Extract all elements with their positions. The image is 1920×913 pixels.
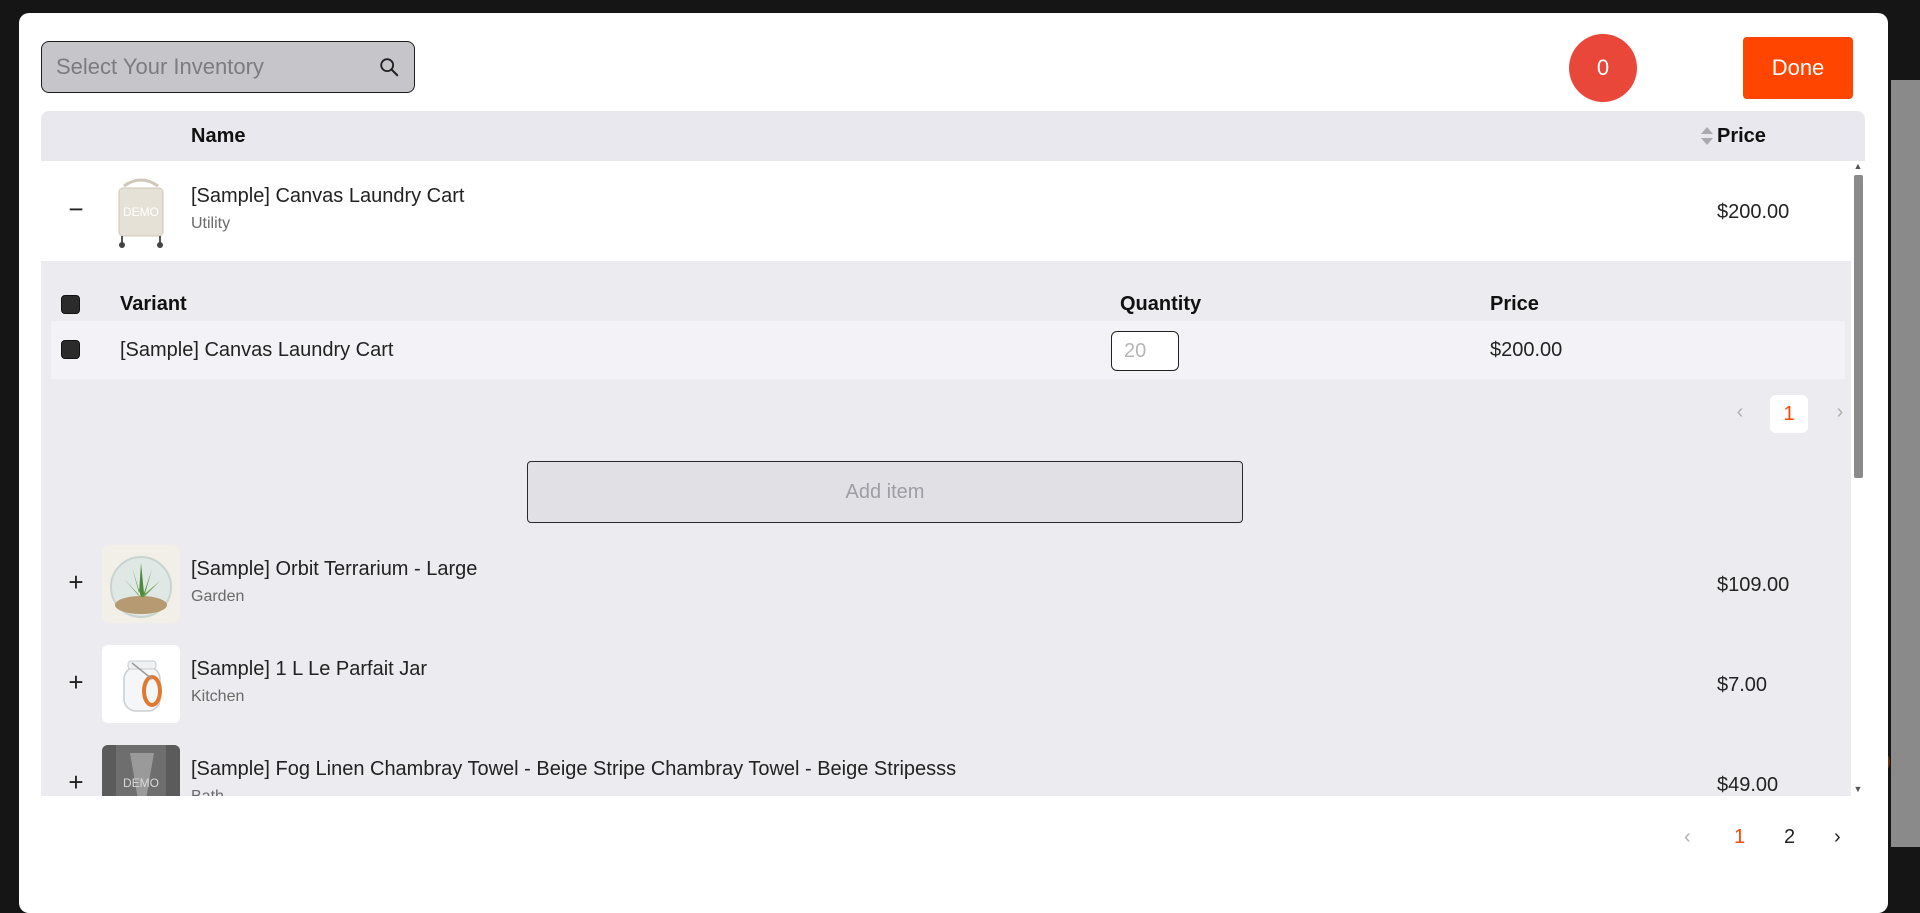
quantity-input[interactable] [1111,331,1179,371]
done-button[interactable]: Done [1743,37,1853,99]
product-price: $200.00 [1717,201,1790,223]
add-item-button[interactable]: Add item [527,461,1243,523]
page-scrollbar-track[interactable] [1891,80,1920,847]
select-all-checkbox[interactable] [61,295,80,314]
product-thumbnail [102,645,180,723]
search-input[interactable] [42,42,362,92]
page-1-button[interactable]: 1 [1734,826,1745,849]
quantity-header: Quantity [1120,293,1202,315]
list-scrollbar[interactable]: ▲ ▼ [1851,161,1865,796]
product-thumbnail: DEMO [102,172,180,250]
selected-count-badge: 0 [1569,34,1637,102]
variant-price-header: Price [1490,293,1539,315]
product-row: + [Sample] 1 L Le Parfait Jar Kitchen $7… [41,634,1851,734]
product-row: − DEMO [Sample] Canvas Laundry Cart Util… [41,161,1851,261]
product-list: − DEMO [Sample] Canvas Laundry Cart Util… [41,161,1865,796]
product-name: [Sample] Canvas Laundry Cart [191,185,465,207]
variant-header: Variant [120,293,187,315]
product-thumbnail: DEMO [102,745,180,796]
prev-page-button[interactable]: ‹ [1684,826,1691,849]
product-price: $7.00 [1717,674,1768,696]
expand-toggle[interactable]: + [63,668,89,696]
page-2-button[interactable]: 2 [1784,826,1795,849]
product-row: + DEMO [Sample] Fog Linen Chambray Towel… [41,734,1851,796]
scroll-up-arrow-icon[interactable]: ▲ [1853,161,1863,171]
variant-name: [Sample] Canvas Laundry Cart [120,339,394,361]
product-price: $109.00 [1717,574,1790,596]
demo-watermark: DEMO [123,205,159,219]
column-header-price: Price [1717,125,1766,147]
terrarium-image [102,545,180,623]
product-thumbnail [102,545,180,623]
sort-icon[interactable] [1700,125,1714,147]
inventory-modal: 0 Done Name Price − DEMO [19,13,1888,913]
variant-row: [Sample] Canvas Laundry Cart $200.00 [51,321,1845,379]
search-icon[interactable] [378,56,400,78]
column-header-name[interactable]: Name [191,111,245,161]
next-page-button[interactable]: › [1834,826,1841,849]
scrollbar-thumb[interactable] [1854,175,1863,478]
product-name: [Sample] Fog Linen Chambray Towel - Beig… [191,758,957,780]
product-name: [Sample] Orbit Terrarium - Large [191,558,478,580]
product-name: [Sample] 1 L Le Parfait Jar [191,658,428,680]
jar-image [123,660,162,712]
variant-page-1-button[interactable]: 1 [1770,395,1808,433]
table-header: Name Price [41,111,1865,161]
product-category: Garden [191,588,245,605]
expand-toggle[interactable]: + [63,568,89,596]
product-category: Bath [191,788,224,796]
product-price: $49.00 [1717,774,1779,796]
search-box [41,41,415,93]
variant-panel: Variant Quantity Price [Sample] Canvas L… [41,261,1851,534]
expand-toggle[interactable]: + [63,768,89,796]
variant-checkbox[interactable] [61,340,80,359]
product-category: Utility [191,215,231,232]
product-row: + [Sample] Orbit Terrarium - Large Garde… [41,534,1851,634]
scroll-down-arrow-icon[interactable]: ▼ [1853,784,1863,794]
variant-prev-page-button[interactable]: ‹ [1725,401,1755,424]
variant-price: $200.00 [1490,339,1563,361]
demo-watermark: DEMO [123,776,159,790]
collapse-toggle[interactable]: − [63,195,89,223]
laundry-cart-image: DEMO [118,178,164,248]
product-category: Kitchen [191,688,245,705]
towel-image: DEMO [102,745,180,796]
